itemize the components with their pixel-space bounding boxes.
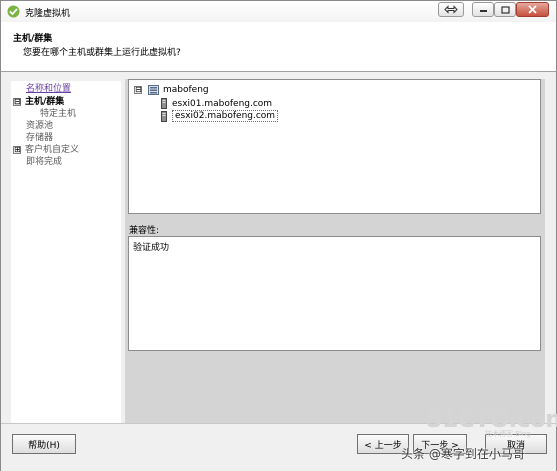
tree-host-item-selected[interactable]: esxi02.mabofeng.com [161,110,279,122]
minimize-icon [479,9,487,12]
host-tree[interactable]: ⊟ mabofeng esxi01.mabofeng.com esxi02.ma… [128,79,541,214]
cluster-icon [148,85,159,95]
tree-host-item[interactable]: esxi01.mabofeng.com [161,98,272,109]
compatibility-panel: 验证成功 [128,236,541,351]
author-watermark: 头条 @寒字到在小马哥 [401,447,525,461]
step-name-and-location[interactable]: 名称和位置 [26,81,71,94]
server-icon [161,98,167,109]
close-button[interactable] [516,2,549,17]
close-icon [528,5,537,14]
cluster-name: mabofeng [163,85,209,95]
title-bar: 克隆虚拟机 [1,1,556,23]
content-area: ⊟ mabofeng esxi01.mabofeng.com esxi02.ma… [125,79,545,423]
vsphere-app-icon [7,5,20,18]
wizard-steps: 名称和位置 ⊟ 主机/群集 特定主机 资源池 存储器 ⊞ 客户机自定义 即将完成 [11,81,121,423]
maximize-button[interactable] [494,2,516,17]
site-watermark-subtitle: 技术博客 Blog [485,430,531,438]
step-description: 您要在哪个主机或群集上运行此虚拟机? [23,48,181,58]
collapse-icon[interactable]: ⊟ [13,97,21,106]
compatibility-message: 验证成功 [133,243,170,253]
compatibility-label: 兼容性: [129,226,160,236]
window-title: 克隆虚拟机 [25,9,71,19]
host-name: esxi02.mabofeng.com [172,110,279,122]
host-name: esxi01.mabofeng.com [172,98,273,109]
step-title: 主机/群集 [13,34,53,44]
restore-button[interactable] [438,2,464,17]
step-ready-to-complete: 即将完成 [26,157,63,167]
minimize-button[interactable] [472,2,494,17]
wizard-header: 主机/群集 您要在哪个主机或群集上运行此虚拟机? [1,22,556,72]
help-button[interactable]: 帮助(H) [12,434,76,454]
maximize-icon [500,5,510,14]
collapse-icon[interactable]: ⊟ [134,86,142,94]
server-icon [161,110,167,122]
swap-arrows-icon [444,5,458,14]
expand-icon[interactable]: ⊞ [13,145,21,154]
clone-vm-dialog: 克隆虚拟机 主机/群集 您要在哪个主机或群集上运行此虚拟机? 名称和位置 ⊟ 主… [0,0,557,471]
tree-root[interactable]: ⊟ mabofeng [134,85,209,95]
